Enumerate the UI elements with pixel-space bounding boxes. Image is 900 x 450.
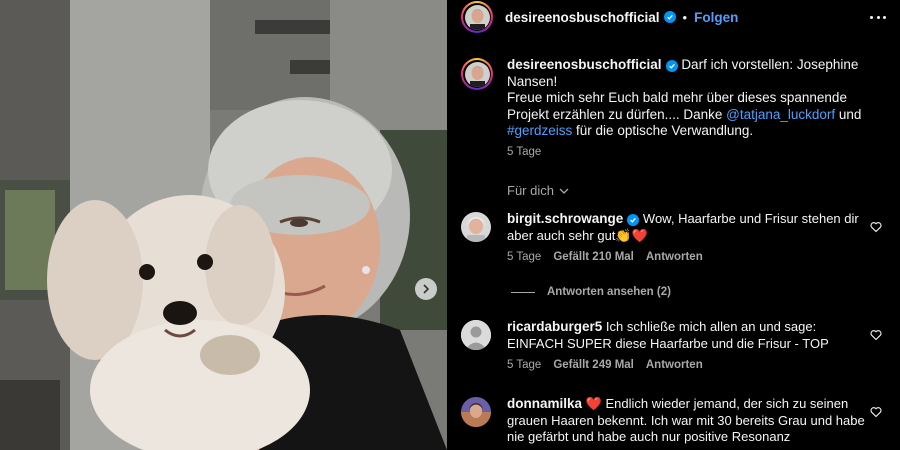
post-photo[interactable]: [0, 0, 447, 450]
comment-timestamp[interactable]: 5 Tage: [507, 359, 541, 371]
chevron-right-icon: [423, 284, 430, 294]
comment-username[interactable]: donnamilka: [507, 396, 582, 411]
comment-sort-label: Für dich: [507, 183, 554, 198]
heart-icon[interactable]: [870, 406, 882, 418]
comment-item: ricardaburger5 Ich schließe mich allen a…: [461, 319, 891, 371]
separator-dot: •: [682, 9, 688, 25]
heart-icon[interactable]: [870, 221, 882, 233]
caption-timestamp[interactable]: 5 Tage: [507, 146, 877, 158]
view-replies-label: Antworten ansehen (2): [547, 286, 671, 298]
reply-button[interactable]: Antworten: [646, 251, 703, 263]
comment-text: birgit.schrowange Wow, Haarfarbe und Fri…: [507, 211, 865, 244]
comment-likes[interactable]: Gefällt 249 Mal: [553, 359, 634, 371]
post-side-panel: desireenosbuschofficial • Folgen desiree…: [447, 0, 900, 450]
avatar[interactable]: [461, 212, 491, 242]
story-ring[interactable]: [461, 1, 493, 33]
next-image-button[interactable]: [415, 278, 437, 300]
verified-badge-icon: [663, 11, 676, 23]
comment-sort-dropdown[interactable]: Für dich: [507, 183, 569, 198]
view-replies-button[interactable]: Antworten ansehen (2): [511, 286, 671, 298]
replies-divider: [511, 291, 535, 293]
comment-username[interactable]: birgit.schrowange: [507, 211, 623, 226]
caption-text-part: und: [835, 106, 862, 122]
verified-badge-icon: [627, 214, 640, 226]
comment-meta: 5 Tage Gefällt 210 Mal Antworten: [507, 251, 865, 263]
caption-username[interactable]: desireenosbuschofficial: [507, 57, 662, 72]
comment-item: birgit.schrowange Wow, Haarfarbe und Fri…: [461, 211, 891, 263]
post-caption: desireenosbuschofficial Darf ich vorstel…: [461, 57, 891, 158]
caption-story-ring[interactable]: [461, 58, 493, 90]
avatar[interactable]: [461, 397, 491, 427]
post-author-username[interactable]: desireenosbuschofficial: [505, 10, 660, 25]
more-options-button[interactable]: [870, 12, 886, 22]
more-horizontal-icon: [870, 15, 873, 19]
comment-likes[interactable]: Gefällt 210 Mal: [553, 251, 634, 263]
comment-timestamp[interactable]: 5 Tage: [507, 251, 541, 263]
avatar: [464, 61, 490, 87]
comment-text: donnamilka ❤️ Endlich wieder jemand, der…: [507, 396, 865, 446]
reply-button[interactable]: Antworten: [646, 359, 703, 371]
comment-meta: 5 Tage Gefällt 249 Mal Antworten: [507, 359, 865, 371]
mention-link[interactable]: @tatjana_luckdorf: [726, 107, 835, 122]
avatar[interactable]: [461, 320, 491, 350]
comment-emoji: 👏❤️: [615, 227, 648, 243]
chevron-down-icon: [559, 188, 569, 194]
comment-item: donnamilka ❤️ Endlich wieder jemand, der…: [461, 396, 891, 446]
avatar: [464, 4, 490, 30]
caption-text: desireenosbuschofficial Darf ich vorstel…: [507, 57, 877, 140]
comment-text: ricardaburger5 Ich schließe mich allen a…: [507, 319, 865, 352]
hashtag-link[interactable]: #gerdzeiss: [507, 123, 572, 138]
comment-username[interactable]: ricardaburger5: [507, 319, 602, 334]
follow-button[interactable]: Folgen: [694, 10, 738, 25]
caption-text-part: für die optische Verwandlung.: [572, 123, 754, 138]
post-image: [0, 0, 447, 450]
heart-icon[interactable]: [870, 329, 882, 341]
verified-badge-icon: [665, 60, 678, 72]
post-header: desireenosbuschofficial • Folgen: [447, 0, 900, 34]
